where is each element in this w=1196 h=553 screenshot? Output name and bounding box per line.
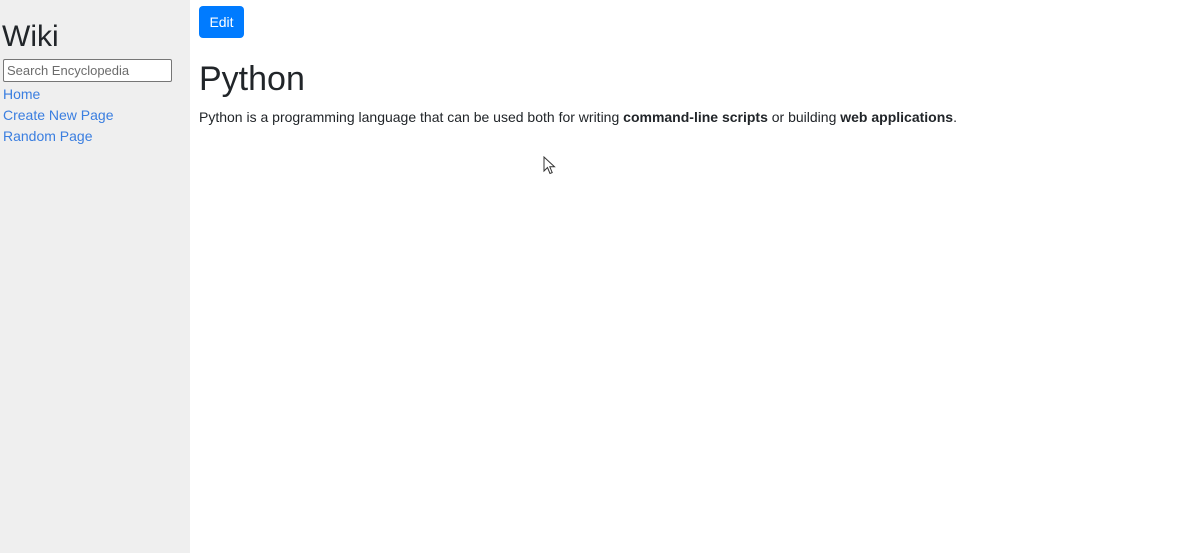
sidebar-link-home[interactable]: Home bbox=[3, 85, 40, 103]
sidebar-title: Wiki bbox=[2, 20, 59, 53]
body-bold-text: command-line scripts bbox=[623, 109, 768, 125]
page-body: Python is a programming language that ca… bbox=[199, 108, 957, 126]
body-text: or building bbox=[767, 109, 841, 125]
app-window: Wiki Home Create New Page Random Page Ed… bbox=[0, 0, 1196, 553]
sidebar-link-create-new-page[interactable]: Create New Page bbox=[3, 106, 114, 124]
sidebar: Wiki Home Create New Page Random Page bbox=[0, 0, 190, 553]
mouse-pointer-icon bbox=[543, 156, 556, 175]
sidebar-link-random-page[interactable]: Random Page bbox=[3, 127, 93, 145]
body-text: . bbox=[953, 109, 957, 125]
body-text: Python is a programming language that ca… bbox=[199, 109, 624, 125]
main-content: Edit Python Python is a programming lang… bbox=[190, 0, 1196, 553]
edit-button[interactable]: Edit bbox=[199, 6, 244, 38]
body-bold-text: web applications bbox=[840, 109, 954, 125]
search-input[interactable] bbox=[3, 59, 172, 82]
page-title: Python bbox=[199, 60, 305, 98]
